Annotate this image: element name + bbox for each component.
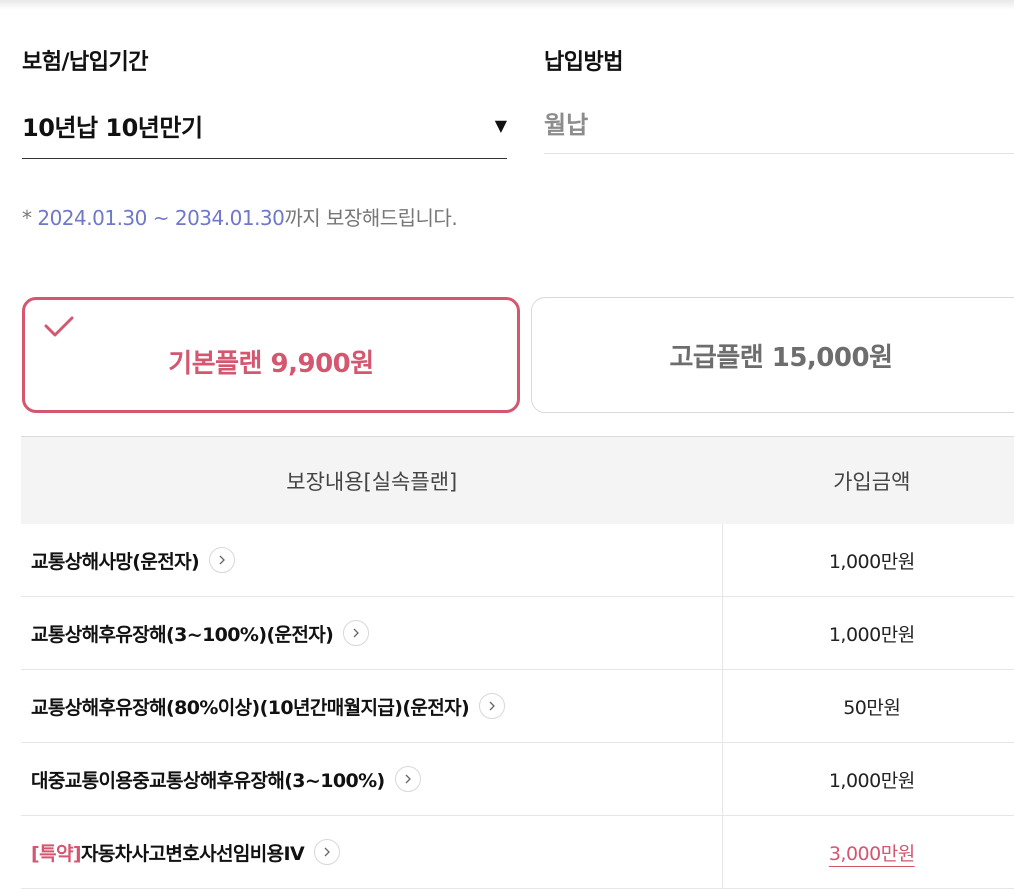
coverage-name-cell: 교통상해후유장해(3~100%)(운전자) (21, 597, 723, 669)
coverage-end-date: 2034.01.30 (175, 206, 285, 230)
coverage-amount: 50만원 (723, 693, 1014, 720)
payment-method-field: 월납 (544, 92, 1014, 154)
payment-method-label: 납입방법 (544, 44, 623, 76)
coverage-name-cell: 교통상해후유장해(80%이상)(10년간매월지급)(운전자) (21, 670, 723, 742)
coverage-name: 자동차사고변호사선임비용IV (81, 839, 304, 866)
check-icon (43, 314, 75, 340)
coverage-name: 교통상해후유장해(80%이상)(10년간매월지급)(운전자) (31, 693, 469, 720)
table-header: 보장내용[실속플랜] 가입금액 (21, 436, 1014, 524)
chevron-right-icon[interactable] (479, 693, 505, 719)
chevron-right-icon[interactable] (314, 839, 340, 865)
coverage-amount: 1,000만원 (723, 620, 1014, 647)
payment-method-value: 월납 (544, 105, 588, 140)
coverage-name: 대중교통이용중교통상해후유장해(3~100%) (31, 766, 385, 793)
coverage-name-cell: 교통상해사망(운전자) (21, 524, 723, 596)
table-row: 교통상해후유장해(80%이상)(10년간매월지급)(운전자) 50만원 (21, 670, 1014, 743)
coverage-amount: 1,000만원 (723, 547, 1014, 574)
period-select-value: 10년납 10년만기 (22, 108, 203, 143)
header-shadow (0, 0, 1014, 10)
table-row: [특약]자동차사고변호사선임비용IV 3,000만원 (21, 816, 1014, 889)
plan-basic-label: 기본플랜 9,900원 (168, 343, 373, 380)
coverage-name: 교통상해후유장해(3~100%)(운전자) (31, 620, 333, 647)
coverage-period-note: * 2024.01.30 ~ 2034.01.30까지 보장해드립니다. (22, 202, 457, 231)
table-row: 대중교통이용중교통상해후유장해(3~100%) 1,000만원 (21, 743, 1014, 816)
coverage-amount-link[interactable]: 3,000만원 (723, 839, 1014, 866)
chevron-right-icon[interactable] (209, 547, 235, 573)
plan-premium-button[interactable]: 고급플랜 15,000원 (531, 297, 1014, 413)
plan-basic-button[interactable]: 기본플랜 9,900원 (22, 297, 520, 413)
coverage-name-cell: [특약]자동차사고변호사선임비용IV (21, 816, 723, 888)
chevron-right-icon[interactable] (395, 766, 421, 792)
coverage-start-date: 2024.01.30 (37, 206, 147, 230)
note-suffix: 까지 보장해드립니다. (284, 206, 457, 230)
header-coverage: 보장내용[실속플랜] (21, 466, 723, 496)
rider-badge: [특약] (31, 839, 81, 866)
coverage-name: 교통상해사망(운전자) (31, 547, 199, 574)
chevron-right-icon[interactable] (343, 620, 369, 646)
header-amount: 가입금액 (723, 466, 1014, 496)
note-prefix: * (22, 206, 37, 230)
period-label: 보험/납입기간 (22, 44, 148, 76)
period-select[interactable]: 10년납 10년만기 ▼ (22, 92, 507, 159)
coverage-amount: 1,000만원 (723, 766, 1014, 793)
triangle-down-icon: ▼ (495, 116, 507, 135)
plan-premium-label: 고급플랜 15,000원 (670, 337, 893, 374)
date-separator: ~ (147, 206, 175, 230)
table-row: 교통상해사망(운전자) 1,000만원 (21, 524, 1014, 597)
coverage-table: 보장내용[실속플랜] 가입금액 교통상해사망(운전자) 1,000만원 교통상해… (21, 436, 1014, 889)
coverage-name-cell: 대중교통이용중교통상해후유장해(3~100%) (21, 743, 723, 815)
table-row: 교통상해후유장해(3~100%)(운전자) 1,000만원 (21, 597, 1014, 670)
